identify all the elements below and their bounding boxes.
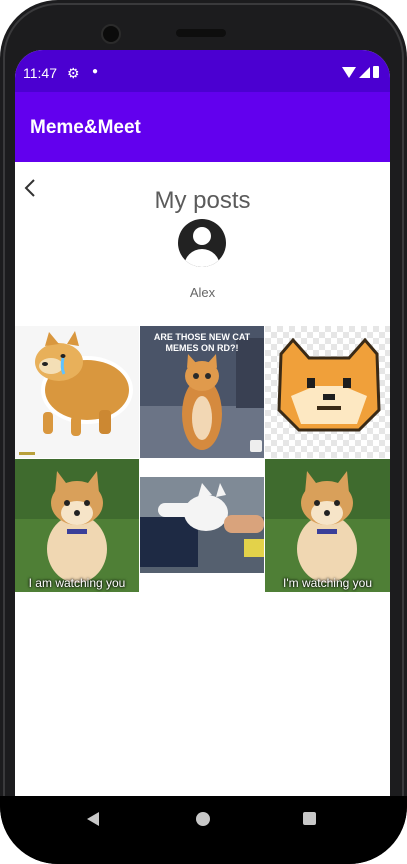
post-tile[interactable]: I'm watching you (265, 459, 390, 592)
gear-icon: ⚙ (67, 65, 80, 81)
status-icons (342, 66, 379, 78)
recents-square-icon[interactable] (303, 812, 316, 825)
notification-dot-icon: ● (92, 66, 99, 77)
app-bar: Meme&Meet (15, 92, 390, 162)
post-tile[interactable] (15, 326, 139, 458)
page-title: My posts (154, 187, 251, 214)
battery-icon (373, 66, 379, 78)
post-tile[interactable] (265, 326, 390, 458)
crying-doge-sticker-image (15, 326, 139, 458)
back-triangle-icon[interactable] (87, 812, 99, 826)
cat-stretched-arm-image (140, 459, 264, 592)
app-title: Meme&Meet (30, 117, 141, 138)
post-tile[interactable]: ARE THOSE NEW CAT MEMES ON RD?! (140, 326, 264, 458)
post-tile[interactable] (140, 459, 264, 592)
earpiece-speaker (176, 29, 226, 37)
shiba-sitting-grass-image (15, 459, 139, 592)
username: Alex (189, 285, 216, 300)
shiba-sitting-grass-image (265, 459, 390, 592)
post-caption: I'm watching you (283, 576, 372, 590)
status-time: 11:47 (23, 65, 57, 81)
home-circle-icon[interactable] (196, 812, 210, 826)
system-nav-bar (0, 796, 407, 864)
avatar-head-icon (193, 227, 211, 245)
meme-caption: ARE THOSE NEW CAT MEMES ON RD?! (153, 332, 251, 353)
avatar[interactable] (178, 219, 226, 267)
phone-frame: 11:47 ⚙ ● Meme&Meet My posts Alex ARE TH… (0, 0, 407, 864)
signal-icon (359, 66, 370, 78)
wifi-icon (342, 66, 356, 78)
front-camera (101, 24, 121, 44)
post-tile[interactable]: I am watching you (15, 459, 139, 592)
avatar-body-icon (184, 249, 220, 267)
pixel-doge-image (265, 326, 390, 458)
post-caption: I am watching you (28, 576, 126, 590)
screen: 11:47 ⚙ ● Meme&Meet My posts Alex ARE TH… (15, 50, 390, 830)
status-bar: 11:47 ⚙ ● (15, 50, 390, 92)
